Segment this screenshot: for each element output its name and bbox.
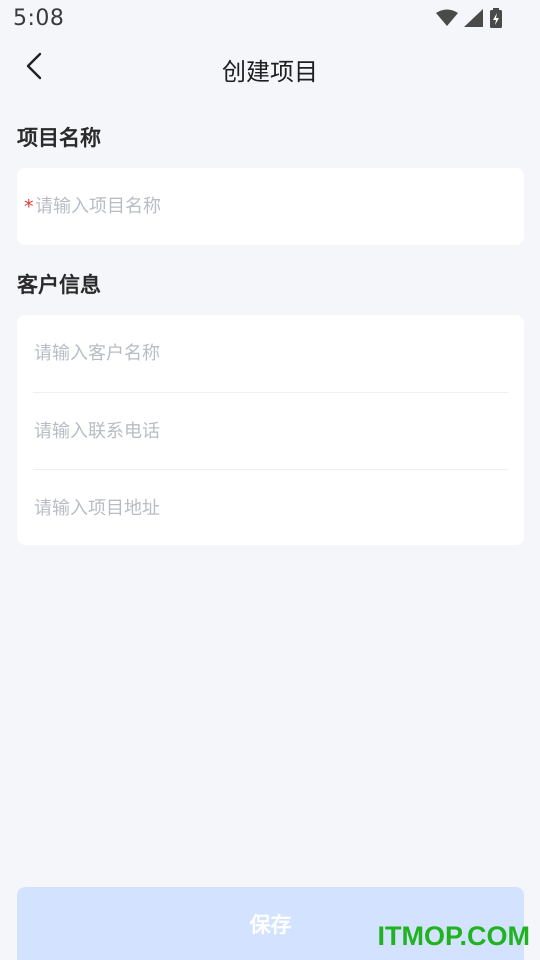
project-address-field [33,469,508,546]
customer-name-field [33,315,508,392]
watermark: ITMOP.COM [377,921,530,951]
project-name-card: * [17,168,524,245]
header: 创建项目 [0,40,540,96]
status-icons [436,8,502,28]
project-name-input[interactable] [35,186,524,227]
customer-info-section-title: 客户信息 [17,273,101,297]
contact-phone-field [33,392,508,469]
customer-info-card [17,315,524,545]
contact-phone-input[interactable] [33,411,508,451]
project-name-section-title: 项目名称 [17,126,101,150]
battery-charging-icon [490,8,502,28]
project-address-input[interactable] [33,488,508,528]
create-project-screen: 5:08 创建项目 项目名称 * 请输入项目名称 客户信息 请输入客户名称 请输… [0,0,540,960]
cell-signal-icon [464,9,484,27]
required-mark: * [24,196,34,218]
project-name-field: * [17,168,524,245]
customer-name-input[interactable] [33,333,508,374]
status-bar: 5:08 [0,0,540,36]
status-time: 5:08 [13,6,65,31]
page-title: 创建项目 [222,58,318,86]
wifi-icon [436,9,458,27]
